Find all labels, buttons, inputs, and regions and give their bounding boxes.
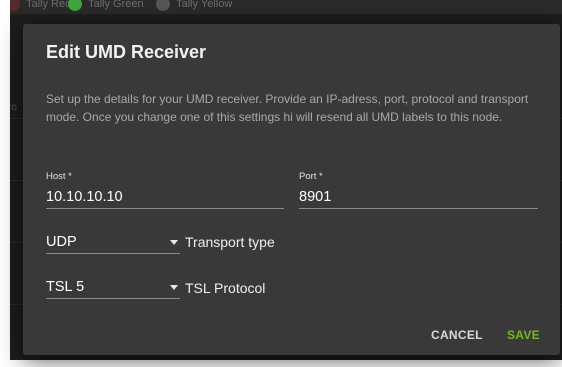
transport-type-select[interactable]: UDP: [46, 231, 180, 254]
caret-down-icon: [170, 284, 178, 290]
tally-yellow-label: Tally Yellow: [176, 0, 233, 10]
tally-red-dot-icon: [10, 0, 20, 11]
edit-umd-receiver-dialog: Edit UMD Receiver Set up the details for…: [23, 24, 560, 355]
tally-green-label: Tally Green: [88, 0, 144, 10]
tsl-protocol-label: TSL Protocol: [185, 280, 266, 296]
tally-red: Tally Red: [10, 0, 71, 11]
port-field-label: Port *: [299, 171, 323, 182]
dialog-description: Set up the details for your UMD receiver…: [46, 92, 529, 124]
tally-yellow: Tally Yellow: [156, 0, 232, 11]
port-input[interactable]: [299, 186, 538, 209]
tally-yellow-dot-icon: [156, 0, 170, 11]
transport-type-label: Transport type: [185, 234, 275, 250]
cancel-button[interactable]: CANCEL: [431, 328, 483, 342]
tally-red-label: Tally Red: [26, 0, 72, 10]
tally-green-dot-icon: [68, 0, 82, 11]
tally-green: Tally Green: [68, 0, 144, 11]
save-button[interactable]: SAVE: [507, 328, 540, 342]
dialog-title: Edit UMD Receiver: [46, 42, 207, 62]
background-edge-text: ro: [10, 102, 17, 113]
host-field-label: Host *: [46, 171, 72, 182]
transport-type-value: UDP: [46, 234, 77, 250]
tsl-protocol-select[interactable]: TSL 5: [46, 276, 180, 299]
tsl-protocol-value: TSL 5: [46, 279, 85, 295]
caret-down-icon: [170, 239, 178, 245]
host-input[interactable]: [46, 186, 284, 209]
